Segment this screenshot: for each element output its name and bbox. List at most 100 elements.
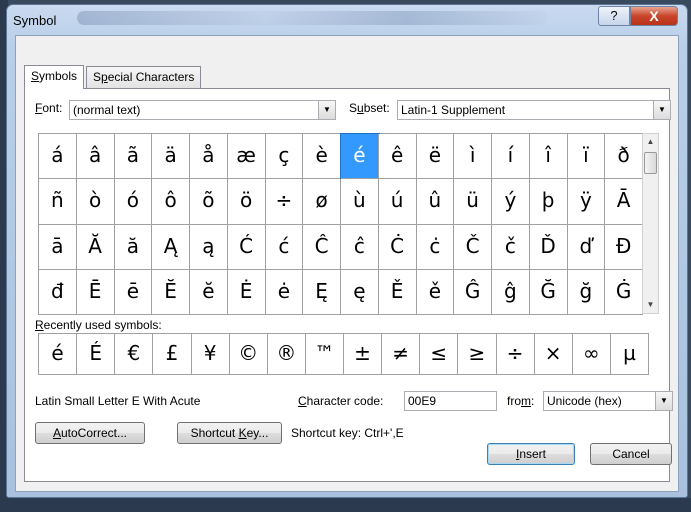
symbol-cell[interactable]: á	[39, 134, 77, 180]
symbol-cell[interactable]: ę	[341, 269, 379, 315]
symbol-cell[interactable]: ě	[416, 269, 455, 315]
symbol-cell[interactable]: ï	[567, 134, 606, 180]
symbol-cell[interactable]: đ	[39, 269, 77, 315]
insert-button[interactable]: Insert	[487, 443, 575, 465]
cancel-button[interactable]: Cancel	[590, 443, 672, 465]
chevron-down-icon[interactable]: ▼	[318, 101, 335, 119]
recent-symbol-cell[interactable]: €	[115, 334, 154, 375]
symbol-cell[interactable]: ą	[190, 224, 228, 270]
recent-symbol-cell[interactable]: ∞	[572, 334, 611, 375]
symbol-cell[interactable]: ÿ	[567, 179, 606, 225]
symbol-cell[interactable]: þ	[529, 179, 568, 225]
recent-symbol-cell[interactable]: ™	[305, 334, 344, 375]
symbol-cell[interactable]: Ā	[605, 179, 643, 225]
symbol-cell[interactable]: ğ	[567, 269, 606, 315]
symbol-cell[interactable]: å	[190, 134, 228, 180]
symbol-cell[interactable]: ô	[152, 179, 190, 225]
tab-special-characters[interactable]: Special Characters	[86, 66, 202, 88]
symbol-cell[interactable]: í	[492, 134, 530, 180]
symbol-cell[interactable]: ė	[265, 269, 304, 315]
symbol-cell[interactable]: ù	[341, 179, 379, 225]
symbol-cell[interactable]: î	[529, 134, 568, 180]
symbol-cell[interactable]: Ę	[303, 269, 341, 315]
symbol-cell[interactable]: Ē	[76, 269, 115, 315]
symbol-cell[interactable]: æ	[227, 134, 266, 180]
recent-symbol-cell[interactable]: ÷	[496, 334, 535, 375]
symbol-cell[interactable]: ó	[114, 179, 153, 225]
symbol-cell[interactable]: ä	[152, 134, 190, 180]
recent-symbol-cell[interactable]: É	[77, 334, 116, 375]
recent-symbol-cell[interactable]: µ	[610, 334, 649, 375]
symbol-cell[interactable]: ç	[265, 134, 304, 180]
symbol-cell[interactable]: č	[492, 224, 530, 270]
symbol-cell[interactable]: Ġ	[605, 269, 643, 315]
symbol-grid-scrollbar[interactable]: ▲ ▼	[642, 133, 659, 314]
symbol-cell[interactable]: Ė	[227, 269, 266, 315]
symbol-cell[interactable]: Ě	[378, 269, 417, 315]
symbol-cell[interactable]: Ğ	[529, 269, 568, 315]
chevron-down-icon[interactable]: ▼	[653, 101, 670, 119]
symbol-cell[interactable]: ā	[39, 224, 77, 270]
symbol-cell[interactable]: ë	[416, 134, 455, 180]
recent-symbol-cell[interactable]: ©	[229, 334, 268, 375]
symbol-cell[interactable]: ì	[454, 134, 492, 180]
symbol-cell[interactable]: â	[76, 134, 115, 180]
shortcut-key-button[interactable]: Shortcut Key...	[177, 422, 282, 444]
symbol-cell[interactable]: Đ	[605, 224, 643, 270]
symbol-cell[interactable]: ĕ	[190, 269, 228, 315]
font-dropdown[interactable]: (normal text) ▼	[69, 100, 336, 120]
symbol-cell[interactable]: ø	[303, 179, 341, 225]
symbol-cell[interactable]: ö	[227, 179, 266, 225]
symbol-cell[interactable]: Ĉ	[303, 224, 341, 270]
recent-symbol-cell[interactable]: ≠	[382, 334, 421, 375]
symbol-cell[interactable]: ã	[114, 134, 153, 180]
symbol-cell[interactable]: ü	[454, 179, 492, 225]
chevron-down-icon[interactable]: ▼	[655, 392, 672, 410]
subset-dropdown[interactable]: Latin-1 Supplement ▼	[397, 100, 671, 120]
symbol-cell[interactable]: Ĝ	[454, 269, 492, 315]
recent-symbol-cell[interactable]: £	[153, 334, 192, 375]
recent-symbol-cell[interactable]: é	[39, 334, 78, 375]
autocorrect-button[interactable]: AutoCorrect...	[35, 422, 145, 444]
symbol-cell[interactable]: è	[303, 134, 341, 180]
title-bar[interactable]: Symbol ? X	[7, 5, 687, 33]
recent-symbol-cell[interactable]: ±	[344, 334, 383, 375]
symbol-cell[interactable]: Č	[454, 224, 492, 270]
symbol-cell[interactable]: Ą	[152, 224, 190, 270]
symbol-cell[interactable]: ý	[492, 179, 530, 225]
symbol-cell[interactable]: ĝ	[492, 269, 530, 315]
recent-symbol-cell[interactable]: ≥	[458, 334, 497, 375]
from-dropdown[interactable]: Unicode (hex) ▼	[543, 391, 673, 411]
help-button[interactable]: ?	[598, 6, 630, 26]
symbol-cell[interactable]: Ă	[76, 224, 115, 270]
scroll-down-icon[interactable]: ▼	[643, 297, 658, 313]
symbol-cell[interactable]: ð	[605, 134, 643, 180]
symbol-cell[interactable]: Ĕ	[152, 269, 190, 315]
symbol-cell[interactable]: é	[340, 132, 380, 181]
symbol-cell[interactable]: ò	[76, 179, 115, 225]
symbol-cell[interactable]: ê	[378, 134, 417, 180]
symbol-cell[interactable]: ñ	[39, 179, 77, 225]
close-button[interactable]: X	[630, 6, 678, 26]
symbol-cell[interactable]: ĉ	[341, 224, 379, 270]
recent-symbol-cell[interactable]: ≤	[420, 334, 459, 375]
symbol-cell[interactable]: Ċ	[378, 224, 417, 270]
symbol-cell[interactable]: ć	[265, 224, 304, 270]
symbol-cell[interactable]: ċ	[416, 224, 455, 270]
recent-symbol-cell[interactable]: ®	[267, 334, 306, 375]
symbol-cell[interactable]: û	[416, 179, 455, 225]
scroll-up-icon[interactable]: ▲	[643, 134, 658, 150]
scrollbar-thumb[interactable]	[644, 152, 657, 174]
symbol-cell[interactable]: ÷	[265, 179, 304, 225]
recent-symbol-cell[interactable]: ¥	[191, 334, 230, 375]
symbol-cell[interactable]: ă	[114, 224, 153, 270]
character-code-input[interactable]: 00E9	[404, 391, 497, 411]
symbol-cell[interactable]: õ	[190, 179, 228, 225]
recent-symbol-cell[interactable]: ×	[534, 334, 573, 375]
symbol-cell[interactable]: Ć	[227, 224, 266, 270]
symbol-cell[interactable]: ď	[567, 224, 606, 270]
symbol-cell[interactable]: Ď	[529, 224, 568, 270]
symbol-cell[interactable]: ē	[114, 269, 153, 315]
symbol-cell[interactable]: ú	[378, 179, 417, 225]
tab-symbols[interactable]: Symbols	[24, 65, 85, 89]
